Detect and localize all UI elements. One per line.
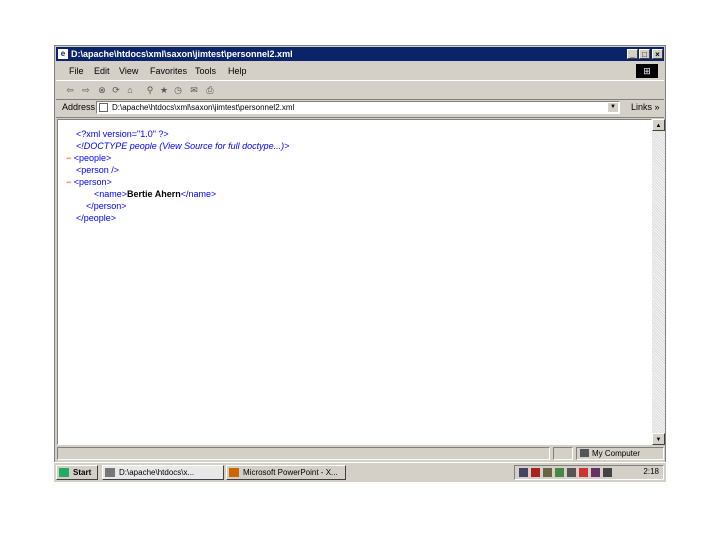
system-tray: 2:18 [514, 465, 664, 480]
status-text [57, 447, 550, 460]
taskbar: Start D:\apache\htdocs\x... Microsoft Po… [54, 462, 666, 482]
xml-text: <people> [73, 153, 112, 163]
taskbar-button-powerpoint[interactable]: Microsoft PowerPoint - X... [226, 465, 346, 480]
start-label: Start [73, 468, 92, 477]
tray-icon[interactable] [579, 468, 588, 477]
window-title: D:\apache\htdocs\xml\saxon\jimtest\perso… [71, 49, 293, 59]
tray-icon[interactable] [591, 468, 600, 477]
status-panel [553, 447, 573, 460]
home-icon[interactable]: ⌂ [124, 84, 136, 96]
xml-text: </people> [76, 213, 117, 223]
menu-tools[interactable]: Tools [195, 66, 216, 76]
maximize-button[interactable]: □ [639, 49, 650, 59]
xml-text: </person> [86, 201, 127, 211]
tray-icon[interactable] [555, 468, 564, 477]
computer-icon [580, 449, 589, 457]
toolbar: ⇦ ⇨ ⊗ ⟳ ⌂ ⚲ ★ ◷ ✉ ⎙ [56, 80, 664, 100]
history-icon[interactable]: ◷ [172, 84, 184, 96]
scroll-down-icon[interactable]: ▼ [652, 433, 665, 445]
status-bar: My Computer [56, 446, 664, 461]
ie-icon [105, 468, 115, 477]
forward-icon[interactable]: ⇨ [80, 84, 92, 96]
stop-icon[interactable]: ⊗ [96, 84, 108, 96]
taskbar-button-label: D:\apache\htdocs\x... [119, 468, 195, 477]
zone-label: My Computer [592, 449, 641, 458]
xml-text: <name> [94, 189, 128, 199]
xml-text: <person /> [76, 165, 120, 175]
scroll-up-icon[interactable]: ▲ [652, 119, 665, 131]
xml-text: <person> [73, 177, 112, 187]
tray-icon[interactable] [519, 468, 528, 477]
address-input[interactable]: D:\apache\htdocs\xml\saxon\jimtest\perso… [96, 101, 620, 114]
tray-icon[interactable] [531, 468, 540, 477]
mail-icon[interactable]: ✉ [188, 84, 200, 96]
speaker-icon[interactable] [603, 468, 612, 477]
browser-window: e D:\apache\htdocs\xml\saxon\jimtest\per… [54, 45, 666, 463]
print-icon[interactable]: ⎙ [204, 84, 216, 96]
start-button[interactable]: Start [56, 465, 98, 480]
refresh-icon[interactable]: ⟳ [110, 84, 122, 96]
taskbar-button-explorer[interactable]: D:\apache\htdocs\x... [102, 465, 224, 480]
favorites-icon[interactable]: ★ [158, 84, 170, 96]
search-icon[interactable]: ⚲ [144, 84, 156, 96]
minimize-button[interactable]: _ [627, 49, 638, 59]
close-button[interactable]: × [652, 49, 663, 59]
collapse-toggle[interactable]: − [66, 153, 74, 163]
title-bar[interactable]: e D:\apache\htdocs\xml\saxon\jimtest\per… [56, 47, 664, 61]
menu-bar: File Edit View Favorites Tools Help ⊞ [56, 63, 664, 79]
windows-logo-icon: ⊞ [636, 64, 658, 78]
menu-help[interactable]: Help [228, 66, 247, 76]
address-bar: Address D:\apache\htdocs\xml\saxon\jimte… [56, 99, 664, 118]
vertical-scrollbar[interactable]: ▲ ▼ [652, 119, 665, 445]
tray-icon[interactable] [543, 468, 552, 477]
xml-text: <!DOCTYPE people (View Source for full d… [76, 141, 290, 151]
page-icon [99, 103, 108, 112]
address-value: D:\apache\htdocs\xml\saxon\jimtest\perso… [112, 103, 295, 112]
status-zone: My Computer [576, 447, 664, 460]
windows-icon [59, 468, 69, 477]
clock: 2:18 [643, 467, 659, 476]
xml-line: </people> [76, 212, 116, 225]
menu-edit[interactable]: Edit [94, 66, 110, 76]
address-dropdown-icon[interactable]: ▼ [608, 103, 618, 112]
back-icon[interactable]: ⇦ [64, 84, 76, 96]
collapse-toggle[interactable]: − [66, 177, 74, 187]
xml-value: Bertie Ahern [127, 189, 181, 199]
ie-icon: e [58, 49, 68, 59]
taskbar-button-label: Microsoft PowerPoint - X... [243, 468, 338, 477]
xml-text: <?xml version="1.0" ?> [76, 129, 169, 139]
address-label: Address [62, 102, 96, 112]
xml-view: <?xml version="1.0" ?> <!DOCTYPE people (… [57, 119, 652, 445]
links-button[interactable]: Links » [631, 102, 660, 112]
menu-favorites[interactable]: Favorites [150, 66, 187, 76]
menu-view[interactable]: View [119, 66, 138, 76]
powerpoint-icon [229, 468, 239, 477]
tray-icon[interactable] [567, 468, 576, 477]
xml-text: </name> [180, 189, 217, 199]
menu-file[interactable]: File [69, 66, 84, 76]
